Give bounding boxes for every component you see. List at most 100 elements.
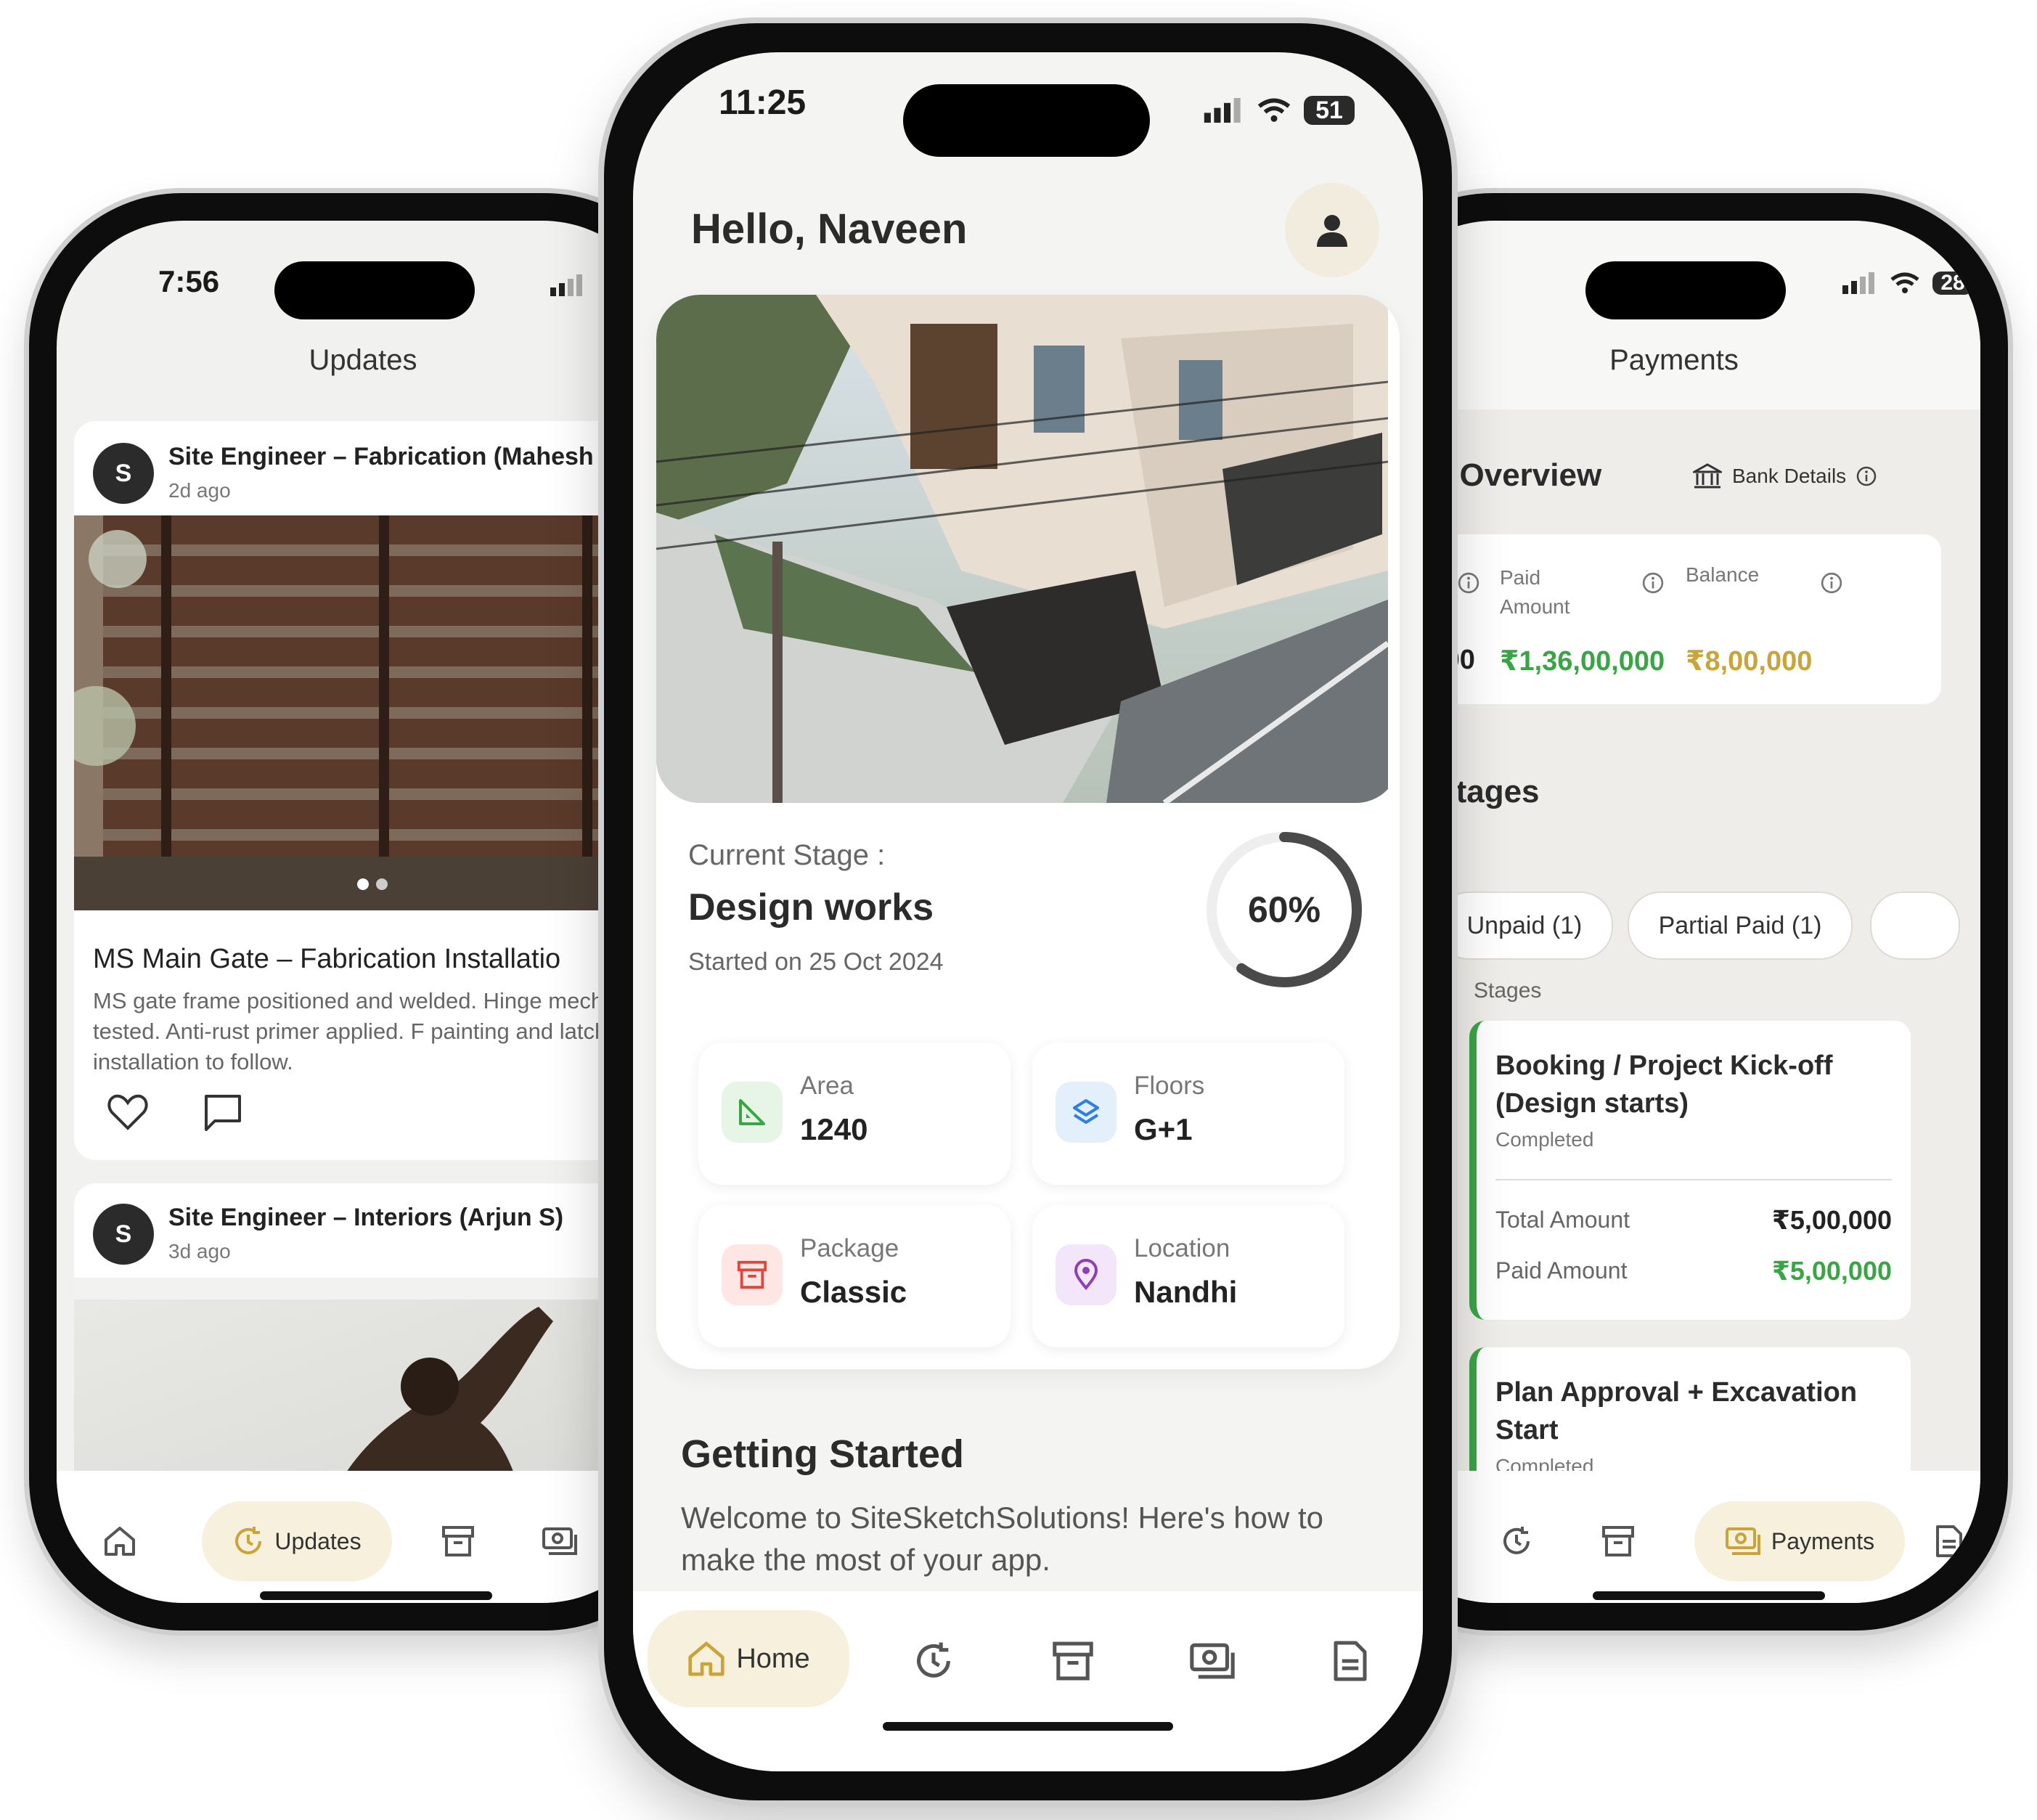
- page-title: Updates: [309, 344, 417, 376]
- battery-indicator: 51: [1304, 96, 1355, 125]
- document-icon: [1936, 1525, 1962, 1557]
- nav-updates[interactable]: [897, 1625, 970, 1697]
- divider: [1495, 1179, 1892, 1180]
- profile-button[interactable]: [1285, 183, 1379, 277]
- author-avatar: S: [93, 443, 154, 504]
- money-icon: [1190, 1643, 1235, 1679]
- filter-chip-unpaid[interactable]: Unpaid (1): [1436, 891, 1613, 960]
- bottom-nav: Home: [633, 1591, 1423, 1771]
- gate-illustration: [74, 515, 669, 910]
- signal-icon: [550, 274, 582, 296]
- status-time: 11:25: [719, 83, 807, 122]
- paid-amount-value: ₹5,00,000: [1771, 1256, 1892, 1286]
- phone-home: 11:25 51 Hello, Naveen Current Stage: D…: [604, 23, 1452, 1800]
- carousel-dots: [357, 878, 388, 890]
- archive-box-icon: [722, 1244, 783, 1305]
- comment-icon[interactable]: [203, 1093, 242, 1135]
- carousel-dot: [376, 878, 388, 890]
- battery-indicator: 28: [1932, 272, 1973, 295]
- getting-started-title: Getting Started: [681, 1432, 965, 1476]
- stat-label: Area: [800, 1072, 854, 1100]
- home-indicator: [260, 1591, 492, 1600]
- heart-outline-icon[interactable]: [107, 1093, 148, 1135]
- user-icon: [1317, 215, 1347, 247]
- nav-home[interactable]: Home: [648, 1610, 849, 1707]
- stat-area: Area 1240: [698, 1042, 1011, 1185]
- carousel-dot-active: [357, 878, 369, 890]
- project-render[interactable]: [656, 295, 1400, 803]
- money-icon: [542, 1527, 577, 1555]
- post-photo[interactable]: [74, 515, 669, 910]
- house-render-image: [656, 295, 1390, 803]
- nav-payments-label: Payments: [1771, 1527, 1875, 1554]
- archive-box-icon: [1053, 1641, 1093, 1681]
- nav-payments[interactable]: [1176, 1625, 1249, 1697]
- home-icon: [688, 1641, 724, 1676]
- stat-label: Package: [800, 1234, 899, 1262]
- dynamic-island: [903, 84, 1150, 157]
- stat-location: Location Nandhi: [1032, 1205, 1344, 1347]
- amount-label: Balance: [1686, 563, 1760, 586]
- amount-summary-card: et 4,00,000 Paid Amount ₹1,36,00,000 Bal…: [1368, 534, 1941, 704]
- stage-card[interactable]: Booking / Project Kick-off (Design start…: [1469, 1021, 1911, 1320]
- archive-box-icon: [1602, 1526, 1634, 1556]
- filter-chip-partial-paid[interactable]: Partial Paid (1): [1628, 891, 1853, 960]
- total-amount-label: Total Amount: [1495, 1207, 1630, 1233]
- chip-label: Partial Paid (1): [1658, 911, 1822, 939]
- update-post: S Site Engineer – Fabrication (Mahesh 2d…: [74, 421, 669, 1160]
- nav-documents[interactable]: [1916, 1509, 1980, 1574]
- current-stage-name: Design works: [688, 886, 934, 929]
- stages-subhead: Stages: [1474, 979, 1542, 1003]
- stat-value: G+1: [1134, 1112, 1193, 1146]
- total-amount-value: ₹5,00,000: [1771, 1205, 1892, 1235]
- signal-icon: [1842, 272, 1874, 294]
- stage-start-date: Started on 25 Oct 2024: [688, 948, 944, 976]
- nav-updates[interactable]: [1484, 1509, 1549, 1574]
- money-icon: [1725, 1527, 1760, 1555]
- layers-icon: [1056, 1082, 1117, 1143]
- home-indicator: [1593, 1591, 1825, 1600]
- dynamic-island: [1585, 261, 1786, 319]
- filter-chip-more[interactable]: [1870, 891, 1960, 960]
- stat-floors: Floors G+1: [1032, 1042, 1344, 1185]
- stat-package: Package Classic: [698, 1205, 1011, 1347]
- nav-package[interactable]: [425, 1509, 491, 1574]
- nav-updates[interactable]: Updates: [202, 1501, 392, 1581]
- payments-screen: 29 28 Payments ncial Overview Bank Detai…: [1368, 221, 1980, 1603]
- progress-percent: 60%: [1247, 889, 1321, 930]
- current-stage-label: Current Stage :: [688, 839, 886, 871]
- status-time: 7:56: [158, 264, 220, 298]
- nav-home-label: Home: [736, 1643, 810, 1674]
- progress-ring: 60%: [1202, 828, 1366, 992]
- phone-updates: 7:56 Updates S Site Engineer – Fabricati…: [29, 193, 697, 1631]
- nav-package[interactable]: [1037, 1625, 1109, 1697]
- status-icons: 28: [1842, 272, 1973, 295]
- nav-home[interactable]: [87, 1509, 152, 1574]
- stage-title: Booking / Project Kick-off (Design start…: [1495, 1050, 1833, 1119]
- info-icon: [1642, 572, 1664, 594]
- stat-label: Location: [1134, 1234, 1230, 1262]
- nav-payments[interactable]: [527, 1509, 592, 1574]
- bottom-nav: Updates: [57, 1471, 669, 1603]
- bank-icon: [1693, 463, 1722, 489]
- stat-value: Nandhi: [1134, 1275, 1238, 1309]
- info-icon: [1856, 466, 1877, 486]
- project-card: Current Stage : Design works Started on …: [656, 295, 1400, 1369]
- updates-screen: 7:56 Updates S Site Engineer – Fabricati…: [57, 221, 669, 1603]
- amount-value: ₹1,36,00,000: [1500, 646, 1665, 677]
- info-icon: [1458, 572, 1479, 594]
- post-body: MS gate frame positioned and welded. Hin…: [93, 988, 664, 1074]
- home-screen: 11:25 51 Hello, Naveen Current Stage: D…: [633, 52, 1423, 1771]
- stage-title: Plan Approval + Excavation Start: [1495, 1377, 1858, 1445]
- getting-started-body: Welcome to SiteSketchSolutions! Here's h…: [681, 1501, 1323, 1577]
- paid-amount-label: Paid Amount: [1495, 1257, 1628, 1284]
- status-icons: 51: [1204, 96, 1355, 125]
- nav-package[interactable]: [1585, 1509, 1651, 1574]
- signal-icon: [1204, 98, 1241, 123]
- nav-documents[interactable]: [1314, 1625, 1387, 1697]
- bank-details-link[interactable]: Bank Details: [1693, 463, 1877, 489]
- archive-box-icon: [442, 1526, 474, 1556]
- nav-payments[interactable]: Payments: [1694, 1501, 1905, 1581]
- wifi-icon: [1257, 98, 1291, 122]
- history-icon: [1503, 1527, 1530, 1554]
